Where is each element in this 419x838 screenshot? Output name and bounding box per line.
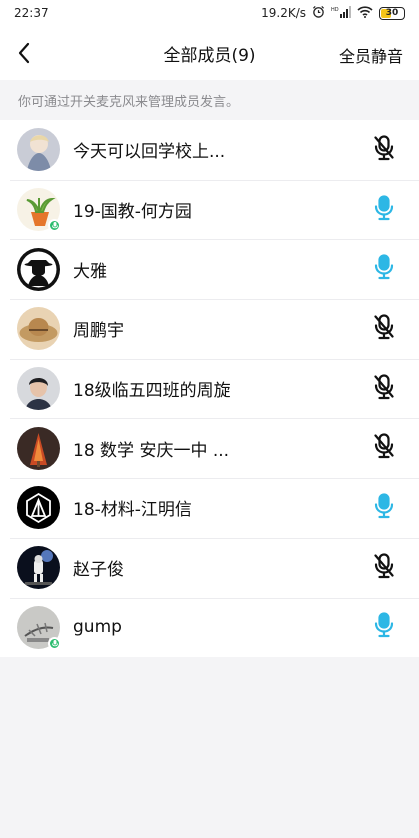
hint-text: 你可通过开关麦克风来管理成员发言。 bbox=[0, 80, 419, 120]
microphone-icon bbox=[373, 493, 395, 523]
status-time: 22:37 bbox=[14, 6, 49, 20]
avatar[interactable] bbox=[17, 367, 60, 411]
status-bar: 22:37 19.2K/s HD 30 bbox=[0, 0, 419, 26]
member-name: 18级临五四班的周旋 bbox=[73, 381, 231, 402]
member-row[interactable]: 大雅 bbox=[0, 239, 419, 299]
avatar[interactable] bbox=[17, 247, 60, 291]
microphone-icon bbox=[373, 254, 395, 284]
member-row[interactable]: 18-材料-江明信 bbox=[0, 478, 419, 538]
chevron-left-icon bbox=[18, 42, 30, 64]
member-row[interactable]: 今天可以回学校上... bbox=[0, 120, 419, 180]
member-name: 19-国教-何方园 bbox=[73, 202, 192, 223]
avatar[interactable] bbox=[17, 546, 60, 590]
page-title: 全部成员(9) bbox=[163, 45, 256, 66]
avatar-image bbox=[17, 367, 60, 411]
signal-icon: HD bbox=[331, 5, 351, 21]
microphone-muted-icon bbox=[373, 135, 395, 165]
mute-all-button[interactable]: 全员静音 bbox=[339, 43, 403, 67]
microphone-icon bbox=[373, 612, 395, 642]
mic-on-button[interactable] bbox=[369, 254, 399, 284]
battery-icon: 30 bbox=[379, 6, 405, 20]
mic-off-button[interactable] bbox=[369, 314, 399, 344]
avatar-image bbox=[17, 546, 60, 590]
nav-bar: 全部成员(9) 全员静音 bbox=[0, 26, 419, 80]
member-name: 赵子俊 bbox=[73, 560, 124, 581]
back-button[interactable] bbox=[10, 39, 38, 67]
svg-text:HD: HD bbox=[331, 7, 339, 13]
avatar-image bbox=[17, 426, 60, 470]
member-name: 大雅 bbox=[73, 261, 107, 282]
avatar[interactable] bbox=[17, 426, 60, 470]
microphone-muted-icon bbox=[373, 373, 395, 404]
mic-on-button[interactable] bbox=[369, 493, 399, 523]
avatar[interactable] bbox=[17, 188, 61, 233]
avatar-image bbox=[17, 307, 60, 351]
mic-off-button[interactable] bbox=[369, 373, 399, 404]
member-row[interactable]: 周鹏宇 bbox=[0, 299, 419, 359]
mic-off-button[interactable] bbox=[369, 135, 399, 165]
microphone-muted-icon bbox=[373, 553, 395, 583]
member-name: 18 数学 安庆一中 ... bbox=[73, 440, 230, 461]
member-name: 今天可以回学校上... bbox=[73, 142, 226, 163]
avatar[interactable] bbox=[17, 605, 61, 650]
member-name: 18-材料-江明信 bbox=[73, 500, 192, 521]
avatar[interactable] bbox=[17, 128, 60, 172]
member-row[interactable]: 18 数学 安庆一中 ... bbox=[0, 418, 419, 478]
avatar-image bbox=[17, 247, 60, 291]
avatar-image bbox=[17, 128, 60, 172]
speaking-badge-icon bbox=[48, 636, 61, 650]
avatar[interactable] bbox=[17, 307, 60, 351]
member-row[interactable]: 18级临五四班的周旋 bbox=[0, 358, 419, 419]
microphone-muted-icon bbox=[373, 433, 395, 463]
avatar-image bbox=[17, 486, 60, 530]
member-row[interactable]: gump bbox=[0, 597, 419, 658]
member-row[interactable]: 19-国教-何方园 bbox=[0, 179, 419, 240]
microphone-muted-icon bbox=[373, 314, 395, 344]
microphone-icon bbox=[373, 194, 395, 225]
status-icons: 19.2K/s HD 30 bbox=[261, 5, 405, 21]
avatar[interactable] bbox=[17, 486, 60, 530]
member-name: gump bbox=[73, 617, 122, 638]
mic-off-button[interactable] bbox=[369, 433, 399, 463]
member-row[interactable]: 赵子俊 bbox=[0, 537, 419, 598]
alarm-icon bbox=[312, 5, 325, 21]
speaking-badge-icon bbox=[48, 219, 61, 233]
wifi-icon bbox=[357, 5, 373, 21]
mic-on-button[interactable] bbox=[369, 612, 399, 642]
member-name: 周鹏宇 bbox=[73, 321, 124, 342]
mic-off-button[interactable] bbox=[369, 553, 399, 583]
mic-on-button[interactable] bbox=[369, 194, 399, 225]
network-speed: 19.2K/s bbox=[261, 6, 306, 20]
member-list: 今天可以回学校上... 19-国教-何方园 大雅周鹏宇 18级临五四班的周旋 18 数学… bbox=[0, 120, 419, 658]
